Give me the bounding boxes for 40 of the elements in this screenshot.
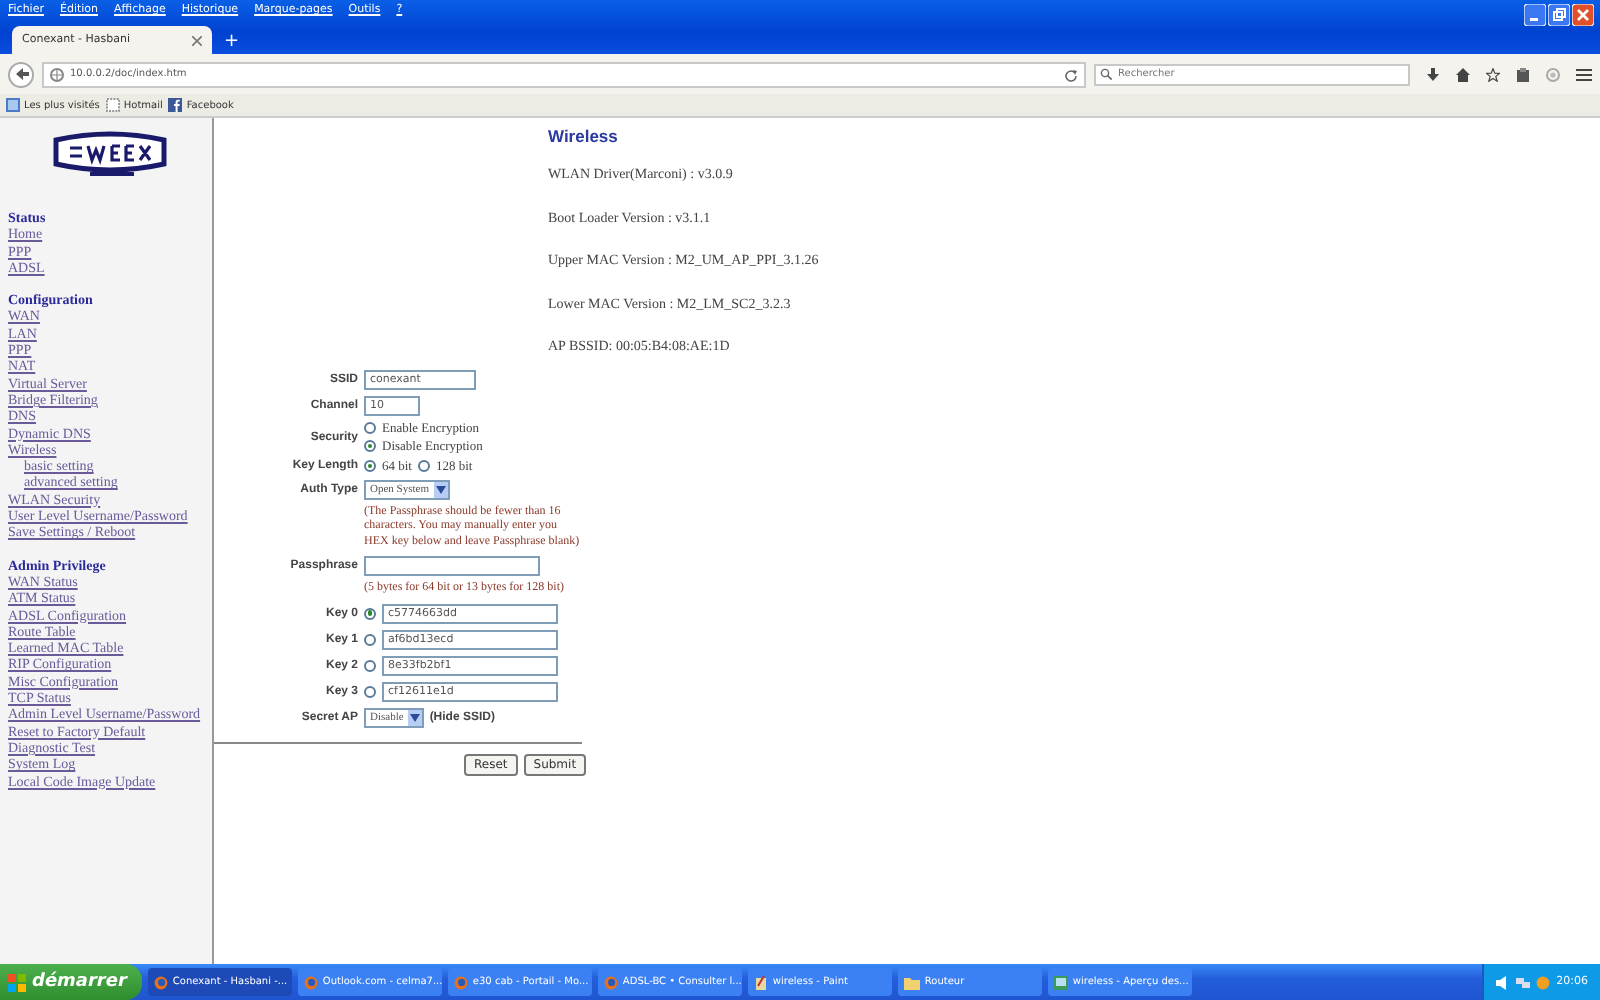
picture-viewer-icon — [1054, 975, 1069, 989]
caret-icon — [435, 485, 445, 493]
browser-icon — [604, 975, 619, 989]
windows-flag-icon — [8, 973, 26, 991]
radio-button[interactable] — [364, 685, 376, 697]
star-icon[interactable] — [1486, 67, 1500, 81]
radio-button[interactable] — [418, 460, 430, 472]
paint-icon — [754, 975, 769, 989]
radio-button[interactable] — [364, 633, 376, 645]
back-button[interactable] — [8, 61, 34, 87]
restore-icon[interactable] — [1548, 4, 1570, 26]
input-field[interactable] — [364, 556, 540, 576]
radio-button[interactable] — [364, 440, 376, 452]
new-tab-button[interactable]: + — [224, 30, 240, 54]
radio-button[interactable] — [364, 607, 376, 619]
brand-logo-drawing — [50, 130, 170, 182]
bookmark-folder-icon — [6, 98, 20, 112]
minimize-icon[interactable] — [1524, 4, 1546, 26]
reload-icon[interactable] — [1064, 67, 1078, 81]
close-icon[interactable] — [192, 35, 202, 45]
radio-button[interactable] — [364, 659, 376, 671]
folder-icon — [904, 975, 921, 989]
network-icon[interactable] — [1516, 975, 1531, 989]
globe-icon — [50, 67, 64, 81]
back-arrow-icon — [13, 66, 29, 82]
caret-icon — [409, 713, 420, 721]
menu-icon[interactable] — [1576, 67, 1592, 81]
radio-button[interactable] — [364, 460, 376, 472]
clipboard-icon[interactable] — [1516, 67, 1530, 81]
start-button[interactable]: démarrer — [0, 964, 143, 1000]
download-icon[interactable] — [1426, 67, 1440, 81]
f-logo-icon — [168, 98, 183, 112]
page-icon — [105, 98, 120, 112]
home-icon[interactable] — [1456, 67, 1470, 81]
page-title: Wireless — [548, 126, 618, 146]
speaker-icon[interactable] — [1496, 975, 1511, 989]
browser-icon — [304, 975, 319, 989]
radio-button[interactable] — [364, 422, 376, 434]
browser-icon — [154, 975, 169, 989]
browser-icon — [454, 975, 469, 989]
